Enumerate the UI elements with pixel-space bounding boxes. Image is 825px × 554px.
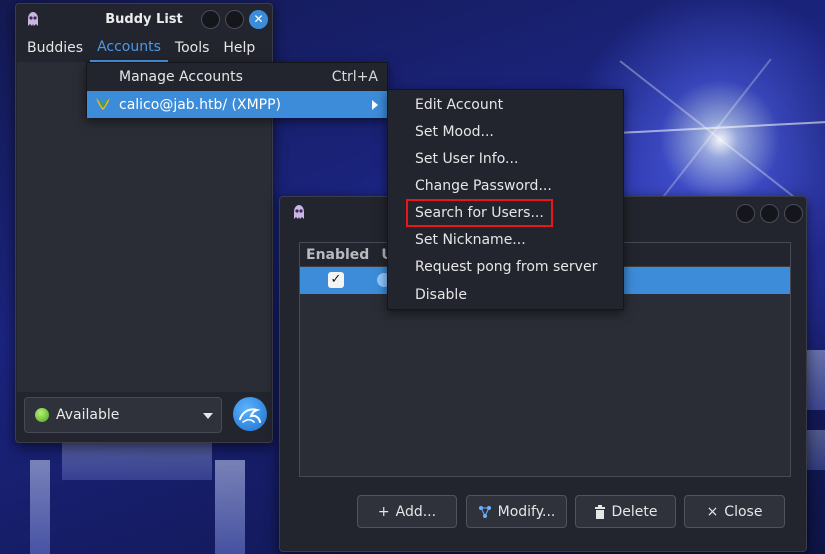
status-selector[interactable]: Available [24, 397, 222, 433]
kali-avatar-icon [239, 408, 261, 423]
maximize-button[interactable] [225, 10, 244, 29]
menu-accounts[interactable]: Accounts [90, 34, 168, 62]
add-button[interactable]: + Add... [357, 495, 457, 528]
menu-item-disable[interactable]: Disable [388, 281, 623, 308]
close-window-button[interactable] [784, 204, 803, 223]
menu-buddies[interactable]: Buddies [20, 35, 90, 61]
menu-item-set-nickname[interactable]: Set Nickname... [388, 226, 623, 253]
buddy-list-titlebar[interactable]: Buddy List ✕ [16, 4, 272, 34]
status-label: Available [56, 407, 120, 423]
column-enabled[interactable]: Enabled [300, 247, 369, 263]
modify-icon [478, 505, 491, 518]
menu-help[interactable]: Help [216, 35, 262, 61]
close-button[interactable]: ✕ [249, 10, 268, 29]
trash-icon [594, 504, 605, 519]
close-label: Close [724, 503, 763, 520]
menubar: Buddies Accounts Tools Help [16, 34, 272, 62]
modify-button[interactable]: Modify... [466, 495, 567, 528]
close-icon: ✕ [253, 12, 264, 26]
close-button[interactable]: × Close [684, 495, 785, 528]
menu-item-account-xmpp[interactable]: calico@jab.htb/ (XMPP) [87, 91, 387, 118]
menu-item-label: Set Nickname... [415, 231, 526, 248]
chevron-down-icon [203, 413, 213, 419]
delete-label: Delete [611, 503, 658, 520]
menu-item-edit-account[interactable]: Edit Account [388, 91, 623, 118]
menu-item-manage-accounts[interactable]: Manage Accounts Ctrl+A [87, 63, 387, 90]
available-status-icon [35, 408, 49, 422]
menu-item-label: calico@jab.htb/ (XMPP) [119, 96, 282, 113]
plus-icon: + [377, 503, 390, 520]
xmpp-icon [96, 98, 110, 110]
menu-item-set-user-info[interactable]: Set User Info... [388, 145, 623, 172]
menu-item-label: Request pong from server [415, 258, 598, 275]
menu-item-label: Disable [415, 286, 467, 303]
menu-item-label: Manage Accounts [119, 68, 243, 85]
modify-label: Modify... [497, 503, 556, 520]
menu-item-label: Set User Info... [415, 150, 519, 167]
add-label: Add... [395, 503, 437, 520]
delete-button[interactable]: Delete [575, 495, 676, 528]
shortcut-label: Ctrl+A [331, 68, 378, 85]
menu-item-change-password[interactable]: Change Password... [388, 172, 623, 199]
chevron-right-icon [372, 99, 378, 110]
accounts-menu: Manage Accounts Ctrl+A calico@jab.htb/ (… [86, 62, 388, 118]
avatar[interactable] [233, 397, 267, 431]
minimize-button[interactable] [736, 204, 755, 223]
maximize-button[interactable] [760, 204, 779, 223]
close-icon: × [706, 503, 719, 520]
menu-item-request-pong[interactable]: Request pong from server [388, 253, 623, 280]
enabled-checkbox[interactable]: ✓ [328, 272, 344, 288]
menu-tools[interactable]: Tools [168, 35, 217, 61]
menu-item-label: Change Password... [415, 177, 552, 194]
highlight-annotation [406, 199, 553, 227]
menu-item-label: Edit Account [415, 96, 504, 113]
menu-item-label: Set Mood... [415, 123, 494, 140]
pidgin-icon [294, 205, 304, 219]
minimize-button[interactable] [201, 10, 220, 29]
menu-item-set-mood[interactable]: Set Mood... [388, 118, 623, 145]
